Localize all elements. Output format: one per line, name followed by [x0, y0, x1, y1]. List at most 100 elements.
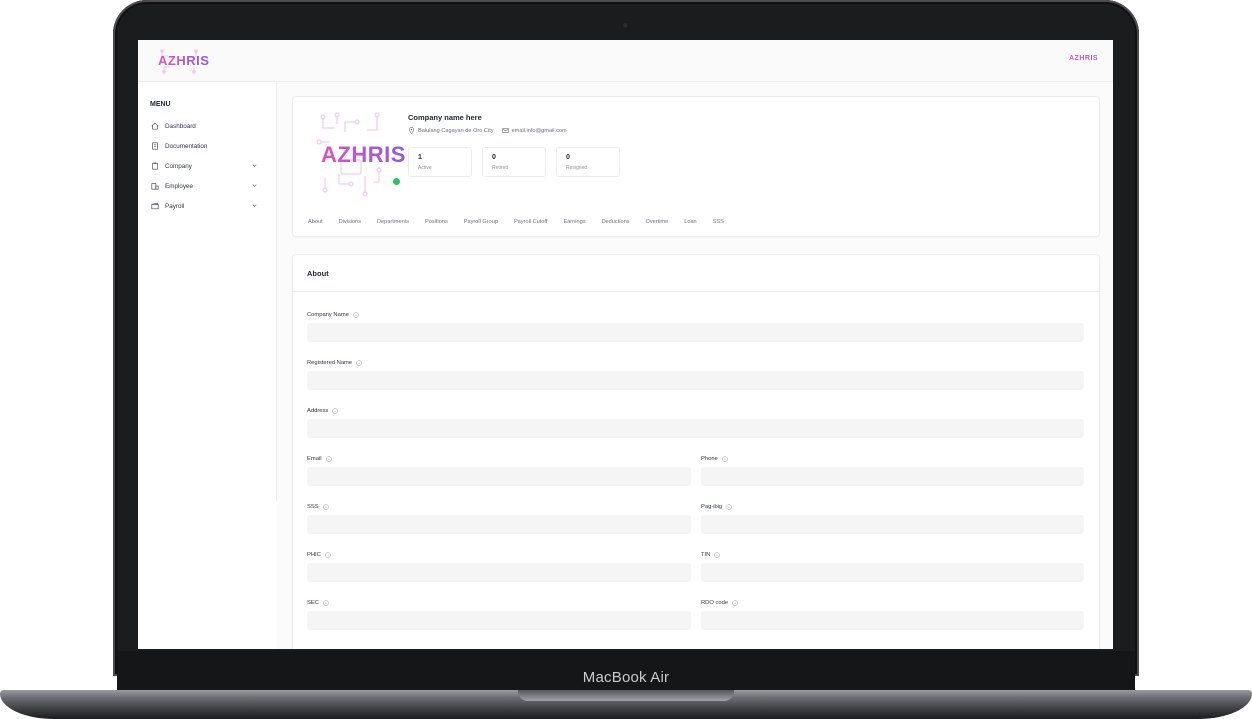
online-status-indicator: [393, 178, 400, 185]
pag-ibig-input[interactable]: [701, 515, 1084, 534]
company-name: Company name here: [408, 113, 482, 122]
field-label-text: Address: [307, 408, 329, 414]
stat-value: 0: [566, 154, 570, 161]
sidebar-item-label: Payroll: [165, 202, 185, 210]
stat-label: Retired: [492, 165, 509, 171]
tab-deductions[interactable]: Deductions: [602, 219, 630, 225]
main-content: AZHRIS Company name here Balulang Cagaya…: [277, 82, 1113, 649]
laptop-notch: [518, 690, 734, 701]
field-label-text: Registered Name: [307, 360, 353, 366]
company-logo: AZHRIS: [315, 112, 405, 198]
company-logo-text: AZHRIS: [321, 142, 406, 167]
stat-retired: 0 Retired: [482, 147, 546, 177]
field-label-text: Pag-ibig: [701, 504, 723, 510]
info-icon[interactable]: [325, 552, 331, 558]
tab-departments[interactable]: Departments: [377, 219, 409, 225]
field-label-text: RDO code: [701, 600, 729, 606]
device-brand-label: MacBook Air: [582, 669, 670, 686]
info-icon[interactable]: [732, 600, 738, 606]
rdo-code-input[interactable]: [701, 611, 1084, 630]
phic-input[interactable]: [307, 563, 691, 582]
tab-positions[interactable]: Positions: [425, 219, 448, 225]
tab-payroll-group[interactable]: Payroll Group: [464, 219, 498, 225]
chevron-down-icon[interactable]: [251, 182, 258, 189]
email-input[interactable]: [307, 467, 691, 486]
info-icon[interactable]: [356, 360, 362, 366]
stat-value: 0: [492, 154, 496, 161]
company-name-label: Company Name: [307, 312, 359, 318]
field-label-text: SEC: [307, 600, 319, 606]
company-name-input[interactable]: [307, 323, 1084, 342]
chevron-down-icon[interactable]: [251, 202, 258, 209]
sec-label: SEC: [307, 600, 329, 606]
pag-ibig-label: Pag-ibig: [701, 504, 733, 510]
tab-payroll-cutoff[interactable]: Payroll Cutoff: [514, 219, 547, 225]
phone-label: Phone: [701, 456, 728, 462]
tab-loan[interactable]: Loan: [684, 219, 696, 225]
top-navbar: AZHRIS AZHRIS: [138, 40, 1113, 82]
company-email: email.info@gmail.com: [511, 127, 567, 134]
company-meta: Balulang Cagayan de Oro City email.info@…: [408, 127, 575, 134]
info-icon[interactable]: [325, 456, 332, 462]
registered-name-input[interactable]: [307, 371, 1084, 390]
field-label-text: SSS: [307, 504, 319, 510]
tin-input[interactable]: [701, 563, 1084, 582]
avatar-text: AZHRIS: [1069, 55, 1099, 62]
tin-label: TIN: [701, 552, 721, 558]
sec-input[interactable]: [307, 611, 691, 630]
info-icon[interactable]: [726, 504, 733, 510]
sidebar-item-label: Company: [165, 162, 192, 170]
about-title: About: [307, 269, 329, 278]
app-logo[interactable]: AZHRIS: [156, 48, 209, 74]
stat-active: 1 Active: [408, 147, 472, 177]
about-header: About: [293, 255, 1099, 292]
tab-divisions[interactable]: Divisions: [339, 219, 361, 225]
sss-label: SSS: [307, 504, 329, 510]
info-icon[interactable]: [353, 312, 359, 318]
sidebar-item-company[interactable]: Company: [150, 159, 260, 173]
tab-about[interactable]: About: [308, 219, 323, 225]
company-tabs: About Divisions Departments Positions Pa…: [308, 219, 740, 225]
sidebar: MENU Dashboard Documentation Company Emp…: [138, 82, 277, 502]
phic-label: PHIC: [307, 552, 331, 558]
document-icon: [150, 141, 160, 151]
phone-input[interactable]: [701, 467, 1084, 486]
field-label-text: Company Name: [307, 312, 349, 318]
sidebar-item-payroll[interactable]: Payroll: [150, 199, 260, 213]
chevron-down-icon[interactable]: [251, 162, 258, 169]
info-icon[interactable]: [323, 600, 329, 606]
company-profile-card: AZHRIS Company name here Balulang Cagaya…: [292, 96, 1100, 237]
email-meta: email.info@gmail.com: [501, 127, 567, 134]
stat-label: Resigned: [566, 165, 588, 171]
wallet-icon: [150, 201, 160, 211]
company-location: Balulang Cagayan de Oro City: [418, 127, 494, 134]
sss-input[interactable]: [307, 515, 691, 534]
field-label-text: PHIC: [307, 552, 321, 558]
tab-overtime[interactable]: Overtime: [646, 219, 669, 225]
sidebar-item-dashboard[interactable]: Dashboard: [150, 119, 260, 133]
field-label-text: TIN: [701, 552, 711, 558]
app-logo-text: AZHRIS: [158, 53, 210, 68]
info-icon[interactable]: [322, 504, 329, 510]
tab-earnings[interactable]: Earnings: [563, 219, 585, 225]
registered-name-label: Registered Name: [307, 360, 362, 366]
user-avatar[interactable]: AZHRIS: [1067, 53, 1098, 67]
address-input[interactable]: [307, 419, 1084, 438]
info-icon[interactable]: [722, 456, 728, 462]
sidebar-item-employee[interactable]: Employee: [150, 179, 260, 193]
address-label: Address: [307, 408, 339, 414]
sidebar-item-label: Employee: [165, 182, 194, 190]
field-label-text: Phone: [701, 456, 718, 462]
menu-title: MENU: [150, 101, 171, 108]
location-meta: Balulang Cagayan de Oro City: [408, 127, 494, 134]
stat-label: Active: [418, 165, 432, 171]
sidebar-item-label: Dashboard: [165, 122, 196, 130]
sidebar-item-documentation[interactable]: Documentation: [150, 139, 260, 153]
rdo-code-label: RDO code: [701, 600, 738, 606]
info-icon[interactable]: [332, 408, 339, 414]
field-label-text: Email: [307, 456, 322, 462]
stat-value: 1: [418, 154, 422, 161]
tab-sss[interactable]: SSS: [713, 219, 724, 225]
info-icon[interactable]: [714, 552, 721, 558]
location-pin-icon: [409, 127, 414, 134]
